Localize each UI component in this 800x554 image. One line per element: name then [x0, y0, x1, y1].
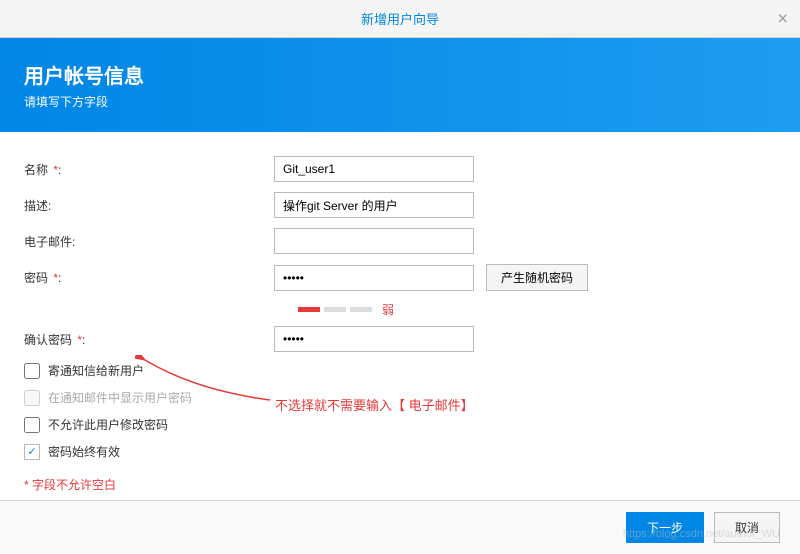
checkbox-disallow-change[interactable]: 不允许此用户修改密码	[24, 416, 776, 433]
notify-label: 寄通知信给新用户	[48, 362, 144, 379]
desc-label: 描述:	[24, 197, 274, 214]
name-label: 名称 *:	[24, 161, 274, 178]
close-icon[interactable]: ×	[777, 8, 788, 29]
form-row-name: 名称 *:	[24, 156, 776, 182]
strength-bar-2	[324, 307, 346, 312]
show-pwd-checkbox	[24, 390, 40, 406]
form-row-confirm: 确认密码 *:	[24, 326, 776, 352]
email-label: 电子邮件:	[24, 233, 274, 250]
dialog-title: 新增用户向导	[361, 9, 439, 28]
checkmark-icon[interactable]: ✓	[24, 444, 40, 460]
checkbox-pwd-valid[interactable]: ✓ 密码始终有效	[24, 443, 776, 460]
name-input[interactable]	[274, 156, 474, 182]
password-strength: 弱	[298, 301, 776, 318]
notify-checkbox[interactable]	[24, 363, 40, 379]
form-row-password: 密码 *: 产生随机密码	[24, 264, 776, 291]
next-button[interactable]: 下一步	[626, 512, 704, 543]
show-pwd-label: 在通知邮件中显示用户密码	[48, 389, 192, 406]
pwd-valid-label: 密码始终有效	[48, 443, 120, 460]
generate-password-button[interactable]: 产生随机密码	[486, 264, 588, 291]
cancel-button[interactable]: 取消	[714, 512, 780, 543]
disallow-change-label: 不允许此用户修改密码	[48, 416, 168, 433]
banner-title: 用户帐号信息	[24, 60, 776, 89]
dialog-header: 新增用户向导 ×	[0, 0, 800, 38]
strength-bars	[298, 307, 372, 312]
annotation-text: 不选择就不需要输入【 电子邮件】	[275, 395, 474, 414]
strength-text: 弱	[382, 301, 394, 318]
confirm-password-input[interactable]	[274, 326, 474, 352]
strength-bar-3	[350, 307, 372, 312]
form-area: 名称 *: 描述: 电子邮件: 密码 *: 产生随机密码 弱 确认密码 *: 寄…	[0, 132, 800, 493]
desc-input[interactable]	[274, 192, 474, 218]
strength-bar-1	[298, 307, 320, 312]
confirm-password-label: 确认密码 *:	[24, 331, 274, 348]
form-row-email: 电子邮件:	[24, 228, 776, 254]
password-input[interactable]	[274, 265, 474, 291]
disallow-change-checkbox[interactable]	[24, 417, 40, 433]
footer: 下一步 取消	[0, 500, 800, 554]
banner-subtitle: 请填写下方字段	[24, 93, 776, 110]
email-input[interactable]	[274, 228, 474, 254]
blank-note: * 字段不允许空白	[24, 476, 776, 493]
checkbox-notify[interactable]: 寄通知信给新用户	[24, 362, 776, 379]
password-label: 密码 *:	[24, 269, 274, 286]
form-row-desc: 描述:	[24, 192, 776, 218]
banner: 用户帐号信息 请填写下方字段	[0, 38, 800, 132]
